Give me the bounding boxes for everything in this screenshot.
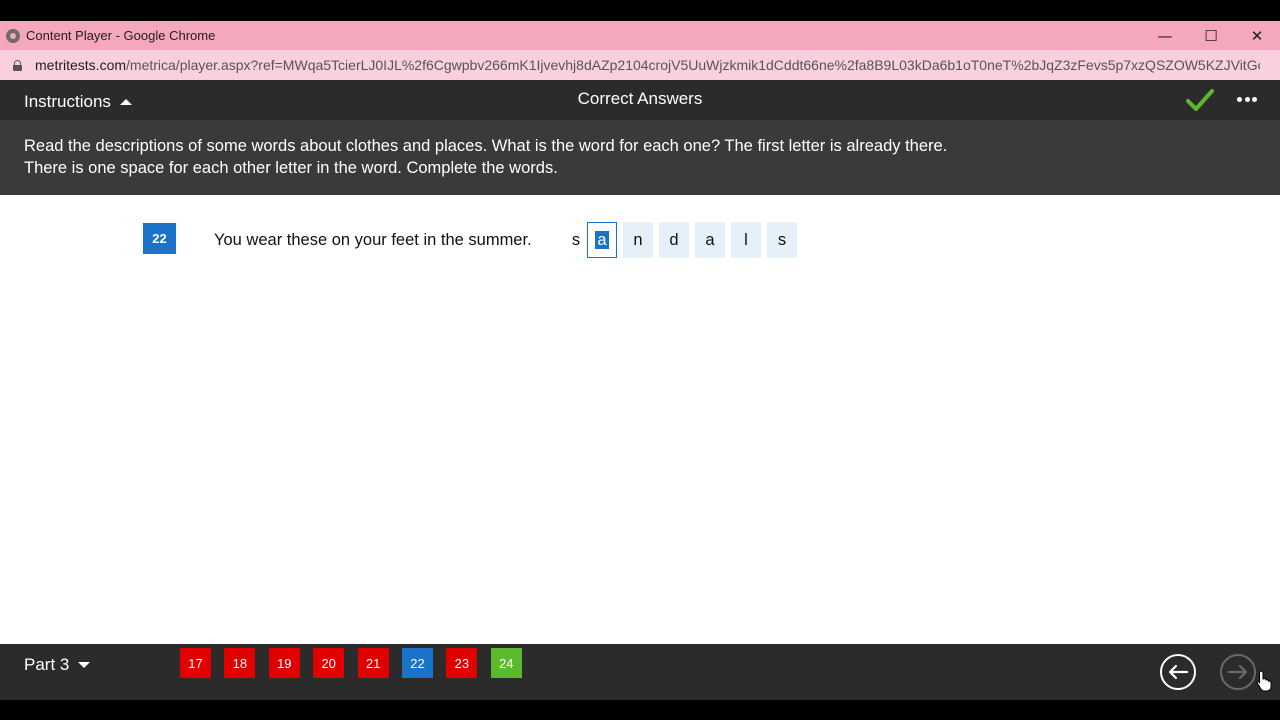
question-nav-button[interactable]: 22 — [402, 648, 433, 678]
close-button[interactable]: ✕ — [1234, 21, 1280, 50]
page-title: Correct Answers — [577, 89, 703, 108]
question-nav-button[interactable]: 17 — [180, 648, 211, 678]
check-icon[interactable] — [1186, 88, 1214, 112]
more-options-icon[interactable] — [1234, 92, 1260, 106]
letter-value: s — [777, 230, 787, 249]
letter-input[interactable]: n — [623, 222, 653, 258]
first-letter: s — [571, 231, 581, 249]
question-nav-button[interactable]: 23 — [446, 648, 478, 678]
letter-value: a — [595, 231, 609, 249]
url-path: /metrica/player.aspx?ref=MWqa5TcierLJ0IJ… — [126, 57, 1260, 73]
question-nav-button[interactable]: 21 — [357, 648, 389, 678]
lock-icon[interactable] — [13, 59, 22, 71]
window-controls: — ☐ ✕ — [1142, 21, 1280, 50]
minimize-button[interactable]: — — [1142, 21, 1188, 50]
letter-value: a — [705, 230, 715, 249]
screen: Content Player - Google Chrome — ☐ ✕ met… — [0, 0, 1280, 720]
mouse-pointer-icon — [1256, 670, 1272, 692]
caret-down-icon — [78, 662, 91, 668]
letter-input[interactable]: d — [659, 222, 689, 258]
instructions-line-1: Read the descriptions of some words abou… — [24, 137, 948, 155]
question-nav-button[interactable]: 18 — [224, 648, 256, 678]
player-header: Instructions Correct Answers — [0, 80, 1280, 120]
question-number-badge: 22 — [143, 223, 176, 254]
question-nav-button[interactable]: 19 — [268, 648, 300, 678]
caret-up-icon — [119, 99, 132, 105]
letter-input[interactable]: s — [767, 222, 797, 258]
question-nav-button[interactable]: 24 — [490, 648, 522, 678]
instructions-line-2: There is one space for each other letter… — [24, 158, 558, 177]
letter-input[interactable]: a — [587, 222, 617, 258]
window-title: Content Player - Google Chrome — [26, 28, 216, 43]
window-title-bar: Content Player - Google Chrome — ☐ ✕ — [0, 21, 1280, 50]
letter-value: l — [744, 230, 748, 249]
arrow-left-icon — [1168, 664, 1189, 680]
letter-value: d — [669, 230, 679, 249]
letter-input[interactable]: l — [731, 222, 761, 258]
url-domain: metritests.com — [35, 57, 127, 73]
arrow-right-icon — [1227, 664, 1248, 680]
chrome-icon — [6, 28, 20, 43]
next-button[interactable] — [1220, 654, 1256, 690]
instructions-banner: Read the descriptions of some words abou… — [0, 120, 1280, 195]
question-nav-button[interactable]: 20 — [313, 648, 345, 678]
screen-border-bottom — [0, 700, 1280, 720]
letter-value: n — [633, 230, 643, 249]
url-text[interactable]: metritests.com/metrica/player.aspx?ref=M… — [35, 57, 1260, 73]
letter-input[interactable]: a — [695, 222, 725, 258]
part-selector[interactable]: Part 3 — [24, 655, 91, 675]
instructions-label: Instructions — [24, 92, 111, 111]
question-text: You wear these on your feet in the summe… — [214, 231, 532, 249]
instructions-toggle[interactable]: Instructions — [24, 92, 132, 112]
player-footer: Part 3 17 18 19 20 21 22 23 24 — [0, 644, 1280, 700]
part-label: Part 3 — [24, 655, 70, 674]
maximize-button[interactable]: ☐ — [1188, 21, 1234, 50]
question-area: 22 You wear these on your feet in the su… — [0, 195, 1280, 644]
previous-button[interactable] — [1160, 654, 1196, 690]
address-bar[interactable]: metritests.com/metrica/player.aspx?ref=M… — [0, 50, 1280, 80]
